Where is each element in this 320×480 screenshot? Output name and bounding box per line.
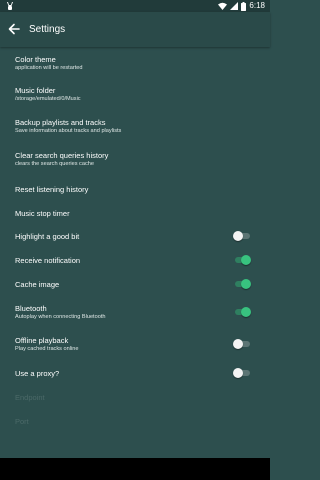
setting-title: Endpoint (15, 393, 45, 402)
setting-subtitle: Autoplay when connecting Bluetooth (15, 314, 106, 320)
setting-title: Reset listening history (15, 185, 89, 194)
navigation-bar (0, 458, 270, 480)
setting-title: Clear search queries history (15, 151, 109, 160)
arrow-left-icon[interactable] (6, 21, 22, 37)
setting-title: Color theme (15, 55, 56, 64)
status-bar: 6:18 (0, 0, 270, 12)
highlight-toggle[interactable] (233, 231, 251, 241)
signal-icon (230, 2, 239, 10)
proxy-toggle[interactable] (233, 368, 251, 378)
setting-cache-image[interactable]: Cache image (0, 275, 270, 299)
setting-title: Music stop timer (15, 209, 70, 218)
setting-title: Bluetooth (15, 304, 47, 313)
page-title: Settings (29, 24, 66, 35)
setting-subtitle: clears the search queries cache (15, 161, 94, 167)
setting-subtitle: Play cached tracks online (15, 346, 79, 352)
setting-receive-notification[interactable]: Receive notification (0, 251, 270, 275)
setting-subtitle: /storage/emulated/0/Music (15, 96, 81, 102)
notification-toggle[interactable] (233, 255, 251, 265)
setting-subtitle: application will be restarted (15, 65, 83, 71)
setting-subtitle: Save information about tracks and playli… (15, 128, 122, 134)
setting-offline-playback[interactable]: Offline playback Play cached tracks onli… (0, 329, 270, 361)
offline-playback-toggle[interactable] (233, 339, 251, 349)
setting-title: Highlight a good bit (15, 232, 80, 241)
setting-title: Use a proxy? (15, 369, 60, 378)
wifi-icon (218, 2, 228, 10)
setting-port: Port (0, 409, 270, 433)
setting-music-stop-timer[interactable]: Music stop timer (0, 202, 270, 227)
battery-icon (241, 1, 247, 11)
setting-title: Backup playlists and tracks (15, 118, 106, 127)
setting-use-proxy[interactable]: Use a proxy? (0, 361, 270, 385)
setting-reset-listening-history[interactable]: Reset listening history (0, 177, 270, 202)
cache-image-toggle[interactable] (233, 279, 251, 289)
setting-title: Cache image (15, 280, 60, 289)
setting-title: Music folder (15, 86, 56, 95)
clock: 6:18 (249, 1, 265, 10)
bunny-icon (7, 2, 13, 10)
bluetooth-toggle[interactable] (233, 307, 251, 317)
setting-title: Receive notification (15, 256, 81, 265)
app-bar: Settings (0, 12, 270, 47)
setting-endpoint: Endpoint (0, 385, 270, 409)
setting-highlight-good-bit[interactable]: Highlight a good bit (0, 227, 270, 251)
setting-color-theme[interactable]: Color theme application will be restarte… (0, 47, 270, 79)
setting-backup[interactable]: Backup playlists and tracks Save informa… (0, 111, 270, 144)
setting-title: Port (15, 417, 29, 426)
setting-title: Offline playback (15, 336, 69, 345)
setting-bluetooth[interactable]: Bluetooth Autoplay when connecting Bluet… (0, 299, 270, 329)
setting-clear-search-history[interactable]: Clear search queries history clears the … (0, 144, 270, 177)
setting-music-folder[interactable]: Music folder /storage/emulated/0/Music (0, 79, 270, 111)
